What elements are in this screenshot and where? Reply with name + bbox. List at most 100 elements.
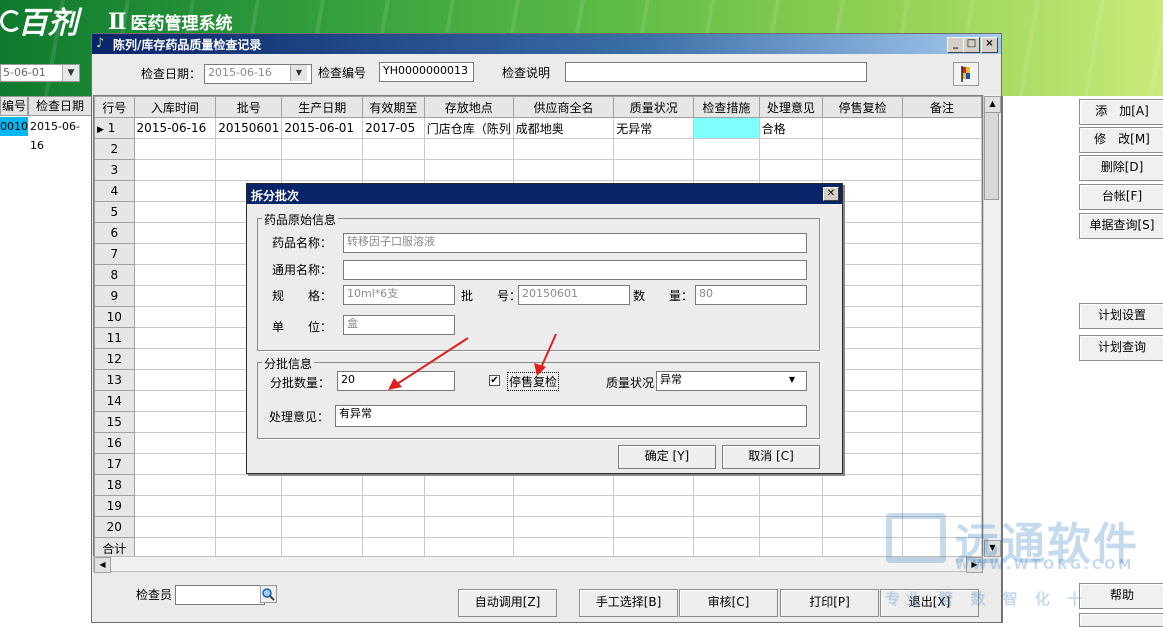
common-name-field[interactable]: [343, 260, 807, 280]
grid-cell[interactable]: [613, 495, 695, 517]
grid-cell[interactable]: [423, 495, 514, 517]
row-header[interactable]: 7: [94, 243, 135, 265]
cell-location[interactable]: 门店仓库（陈列: [423, 117, 514, 139]
search-icon[interactable]: [260, 585, 277, 603]
tool-icon[interactable]: [953, 62, 979, 86]
row-header[interactable]: 16: [94, 432, 135, 454]
grid-cell[interactable]: [902, 201, 982, 223]
horizontal-scrollbar[interactable]: [93, 556, 983, 572]
grid-cell[interactable]: [215, 516, 283, 538]
spec-field[interactable]: 10ml*6支: [343, 285, 455, 305]
grid-cell[interactable]: [512, 474, 615, 496]
plan-query-button[interactable]: 计划查询: [1079, 335, 1163, 361]
grid-cell[interactable]: [758, 495, 824, 517]
column-header[interactable]: 批号: [215, 96, 283, 118]
minimize-button[interactable]: _: [947, 37, 964, 53]
grid-cell[interactable]: [133, 516, 217, 538]
grid-cell[interactable]: [133, 264, 217, 286]
row-header[interactable]: 6: [94, 222, 135, 244]
grid-cell[interactable]: [902, 327, 982, 349]
qty-field[interactable]: 80: [695, 285, 807, 305]
grid-cell[interactable]: [133, 285, 217, 307]
grid-cell[interactable]: [613, 159, 695, 181]
chevron-down-icon[interactable]: ▼: [784, 372, 800, 388]
check-no-field[interactable]: YH0000000013: [379, 62, 474, 82]
manual-select-button[interactable]: 手工选择[B]: [579, 589, 678, 617]
grid-cell[interactable]: [512, 159, 615, 181]
table-row[interactable]: ▶ 1 2015-06-16 20150601 2015-06-01 2017-…: [94, 117, 982, 139]
grid-cell[interactable]: [693, 474, 760, 496]
grid-cell[interactable]: [133, 474, 217, 496]
grid-cell[interactable]: [423, 516, 514, 538]
grid-cell[interactable]: [693, 495, 760, 517]
auto-call-button[interactable]: 自动调用[Z]: [458, 589, 557, 617]
grid-cell[interactable]: [133, 180, 217, 202]
doc-query-button[interactable]: 单据查询[S]: [1079, 213, 1163, 239]
column-header[interactable]: 行号: [94, 96, 135, 118]
grid-cell[interactable]: [133, 453, 217, 475]
row-header[interactable]: 10: [94, 306, 135, 328]
grid-cell[interactable]: [281, 138, 364, 160]
grid-cell[interactable]: [133, 201, 217, 223]
grid-cell[interactable]: [902, 159, 982, 181]
close-button[interactable]: ×: [981, 37, 998, 53]
grid-cell[interactable]: [613, 138, 695, 160]
column-header[interactable]: 存放地点: [423, 96, 514, 118]
add-button[interactable]: 添 加[A]: [1079, 99, 1163, 125]
grid-cell[interactable]: [758, 159, 824, 181]
grid-cell[interactable]: [758, 516, 824, 538]
row-header[interactable]: 14: [94, 390, 135, 412]
column-header[interactable]: 处理意见: [758, 96, 824, 118]
row-header[interactable]: 3: [94, 159, 135, 181]
grid-cell[interactable]: [133, 159, 217, 181]
cell-remark[interactable]: [902, 117, 982, 139]
chevron-down-icon[interactable]: ▼: [290, 65, 307, 81]
grid-cell[interactable]: [902, 306, 982, 328]
grid-cell[interactable]: [423, 138, 514, 160]
audit-button[interactable]: 审核[C]: [679, 589, 778, 617]
row-header[interactable]: ▶ 1: [94, 117, 135, 139]
row-header[interactable]: 19: [94, 495, 135, 517]
grid-cell[interactable]: [423, 159, 514, 181]
extra-button[interactable]: [1079, 613, 1163, 627]
grid-cell[interactable]: [822, 159, 904, 181]
cancel-button[interactable]: 取消 [C]: [722, 445, 820, 469]
grid-cell[interactable]: [133, 327, 217, 349]
grid-cell[interactable]: [902, 432, 982, 454]
column-header[interactable]: 生产日期: [281, 96, 364, 118]
column-header[interactable]: 有效期至: [362, 96, 425, 118]
grid-cell[interactable]: [362, 516, 425, 538]
grid-cell[interactable]: [902, 180, 982, 202]
scroll-left-icon[interactable]: ◀: [94, 557, 111, 573]
table-row[interactable]: 18: [94, 474, 982, 496]
grid-cell[interactable]: [362, 159, 425, 181]
grid-cell[interactable]: [902, 243, 982, 265]
cell-production-date[interactable]: 2015-06-01: [281, 117, 364, 139]
cell-expiry[interactable]: 2017-05: [362, 117, 425, 139]
cell-stop-sale[interactable]: [822, 117, 904, 139]
row-header[interactable]: 20: [94, 516, 135, 538]
scrollbar-thumb[interactable]: [984, 112, 999, 200]
grid-cell[interactable]: [902, 411, 982, 433]
row-header[interactable]: 13: [94, 369, 135, 391]
grid-cell[interactable]: [512, 516, 615, 538]
row-header[interactable]: 17: [94, 453, 135, 475]
row-header[interactable]: 4: [94, 180, 135, 202]
column-header[interactable]: 入库时间: [133, 96, 217, 118]
row-header[interactable]: 9: [94, 285, 135, 307]
row-header[interactable]: 8: [94, 264, 135, 286]
delete-button[interactable]: 删除[D]: [1079, 155, 1163, 181]
table-row[interactable]: 3: [94, 159, 982, 181]
row-header[interactable]: 11: [94, 327, 135, 349]
grid-cell[interactable]: [215, 495, 283, 517]
grid-cell[interactable]: [133, 411, 217, 433]
grid-cell[interactable]: [133, 138, 217, 160]
grid-cell[interactable]: [693, 138, 760, 160]
cell-check-measure[interactable]: [693, 117, 760, 139]
ledger-button[interactable]: 台帐[F]: [1079, 184, 1163, 210]
grid-cell[interactable]: [362, 474, 425, 496]
grid-cell[interactable]: [902, 369, 982, 391]
inspector-field[interactable]: [175, 585, 265, 605]
grid-cell[interactable]: [281, 159, 364, 181]
grid-cell[interactable]: [281, 516, 364, 538]
